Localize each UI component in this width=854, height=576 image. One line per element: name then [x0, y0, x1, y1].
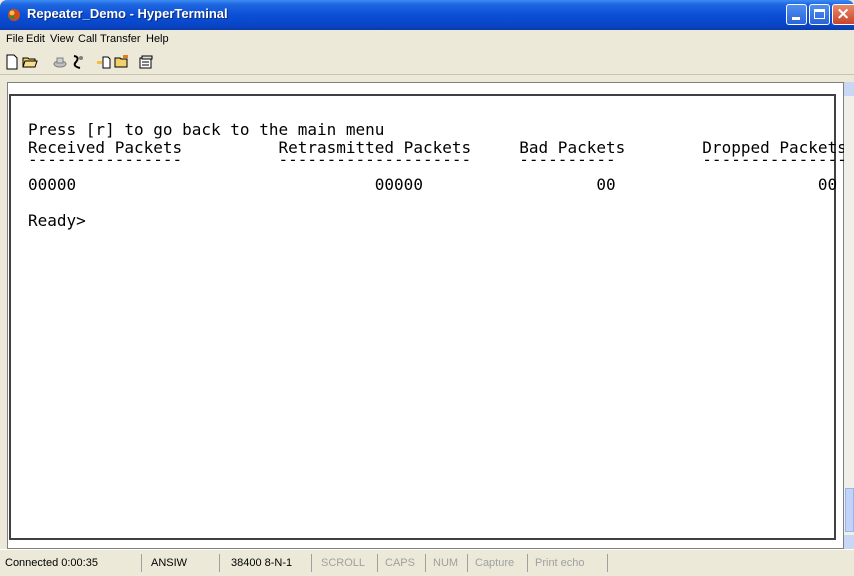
- status-capture: Capture: [472, 554, 528, 572]
- send-file-icon[interactable]: [96, 54, 112, 70]
- menu-edit[interactable]: Edit: [26, 33, 45, 45]
- connect-icon[interactable]: [52, 54, 68, 70]
- minimize-icon: [792, 17, 800, 20]
- maximize-button[interactable]: [809, 4, 830, 25]
- vertical-scrollbar[interactable]: [844, 82, 854, 549]
- status-settings: 38400 8-N-1: [228, 554, 312, 572]
- open-icon[interactable]: [22, 54, 38, 70]
- status-print-echo: Print echo: [532, 554, 608, 572]
- close-button[interactable]: ×: [832, 4, 854, 25]
- toolbar: [0, 50, 854, 75]
- scroll-up-button[interactable]: [844, 82, 854, 96]
- terminal-screen[interactable]: Press [r] to go back to the main menu Re…: [9, 94, 847, 540]
- terminal-line: Press [r] to go back to the main menu: [28, 120, 385, 139]
- hyperterminal-app-icon[interactable]: [6, 7, 22, 23]
- menu-call[interactable]: Call: [78, 33, 97, 45]
- menu-help[interactable]: Help: [146, 33, 169, 45]
- terminal-line: 00000 00000 00 00: [28, 175, 838, 194]
- scroll-thumb[interactable]: [845, 488, 854, 532]
- status-connected: Connected 0:00:35: [2, 554, 142, 572]
- terminal-line: Ready>: [28, 211, 86, 230]
- menu-view[interactable]: View: [50, 33, 74, 45]
- maximize-icon: [814, 9, 825, 19]
- receive-file-icon[interactable]: [114, 54, 130, 70]
- minimize-button[interactable]: [786, 4, 807, 25]
- terminal-line: ---------------- -------------------- --…: [28, 150, 847, 169]
- status-emulation: ANSIW: [148, 554, 220, 572]
- status-bar: Connected 0:00:35 ANSIW 38400 8-N-1 SCRO…: [0, 549, 854, 576]
- scroll-down-button[interactable]: [844, 535, 854, 549]
- close-icon: ×: [836, 4, 851, 24]
- disconnect-icon[interactable]: [70, 54, 86, 70]
- status-caps: CAPS: [382, 554, 426, 572]
- title-bar[interactable]: Repeater_Demo - HyperTerminal ×: [0, 0, 854, 30]
- window-title: Repeater_Demo - HyperTerminal: [27, 6, 228, 21]
- status-scroll: SCROLL: [318, 554, 378, 572]
- new-connection-icon[interactable]: [4, 54, 20, 70]
- menu-file[interactable]: File: [6, 33, 24, 45]
- menu-bar: File Edit View Call Transfer Help: [0, 30, 854, 50]
- status-num: NUM: [430, 554, 468, 572]
- properties-icon[interactable]: [138, 54, 154, 70]
- menu-transfer[interactable]: Transfer: [100, 33, 141, 45]
